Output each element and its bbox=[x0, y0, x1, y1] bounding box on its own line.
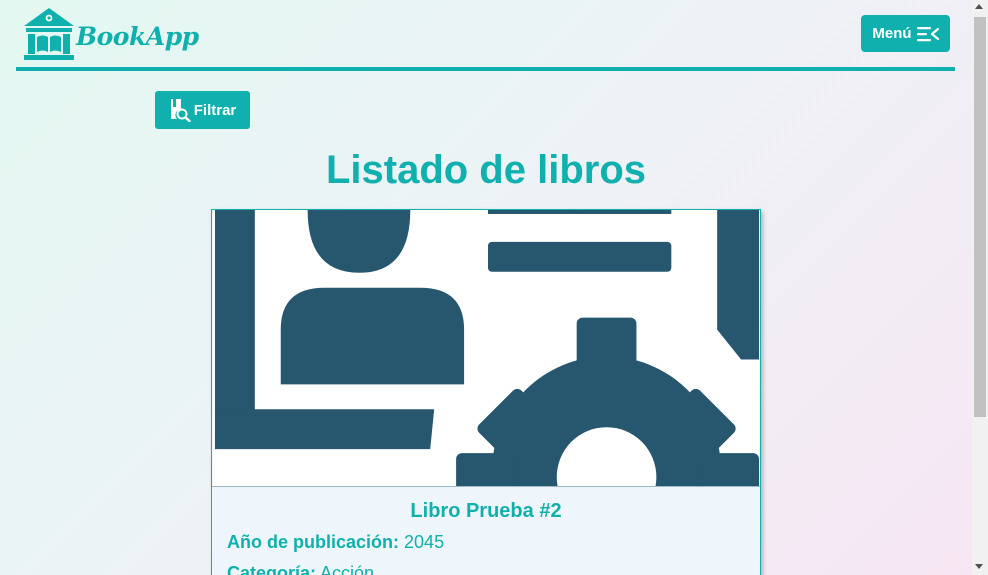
book-category-value: Acción bbox=[320, 563, 375, 575]
page-title: Listado de libros bbox=[325, 148, 647, 192]
library-building-icon bbox=[24, 8, 74, 60]
menu-label: Menú bbox=[872, 25, 912, 42]
app-header: BookApp Menú bbox=[16, 0, 955, 71]
book-year-row: Año de publicación: 2045 bbox=[227, 532, 760, 553]
book-year-value: 2045 bbox=[404, 532, 445, 552]
book-category-row: Categoría: Acción bbox=[227, 563, 760, 575]
menu-collapse-icon bbox=[916, 26, 939, 41]
menu-button[interactable]: Menú bbox=[861, 15, 950, 52]
book-title: Libro Prueba #2 bbox=[410, 500, 562, 522]
filter-button[interactable]: Filtrar bbox=[155, 91, 250, 129]
filter-label: Filtrar bbox=[193, 101, 237, 119]
book-category-label: Categoría: bbox=[227, 563, 317, 575]
user-settings-icon bbox=[212, 210, 760, 487]
vertical-scrollbar[interactable] bbox=[972, 0, 988, 575]
book-year-label: Año de publicación: bbox=[227, 532, 400, 552]
scroll-up-arrow-icon[interactable] bbox=[975, 4, 983, 9]
page: BookApp Menú Filtrar Listado de libros L… bbox=[0, 0, 972, 575]
book-card[interactable]: Libro Prueba #2 Año de publicación: 2045… bbox=[211, 209, 761, 575]
scroll-down-arrow-icon[interactable] bbox=[975, 564, 983, 569]
scrollbar-thumb[interactable] bbox=[974, 17, 986, 417]
logo-text: BookApp bbox=[76, 22, 199, 51]
book-search-icon bbox=[170, 99, 191, 122]
app-logo[interactable]: BookApp bbox=[22, 7, 199, 60]
